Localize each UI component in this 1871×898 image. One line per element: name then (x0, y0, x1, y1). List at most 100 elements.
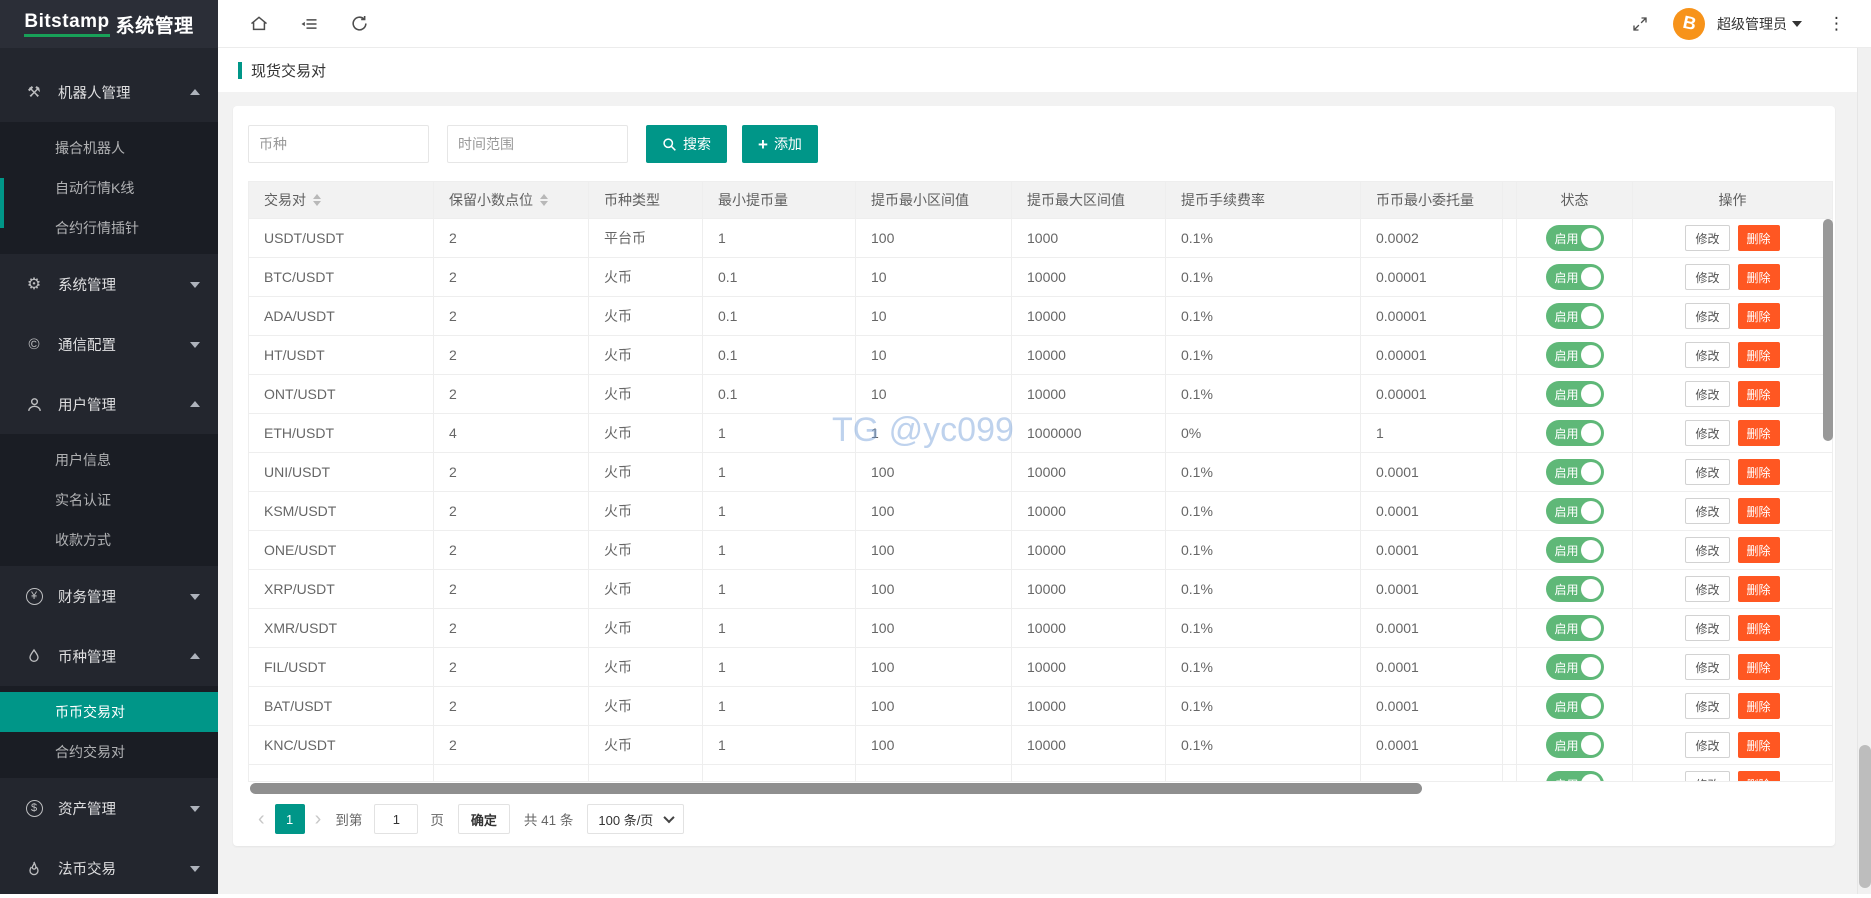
confirm-page-button[interactable]: 确定 (458, 804, 510, 834)
sidebar-subitem-5-0[interactable]: 币币交易对 (0, 692, 218, 732)
delete-button[interactable]: 删除 (1738, 615, 1780, 641)
edit-button[interactable]: 修改 (1685, 420, 1729, 446)
add-button[interactable]: + 添加 (742, 125, 818, 163)
sidebar-item-1[interactable]: ⚙系统管理 (0, 254, 218, 314)
page-size-select[interactable]: 100 条/页 (587, 804, 684, 834)
page-scrollbar[interactable] (1857, 48, 1871, 894)
sidebar-item-2[interactable]: ©通信配置 (0, 314, 218, 374)
column-header-0[interactable]: 交易对 (249, 182, 434, 218)
status-toggle[interactable]: 启用 (1546, 654, 1604, 680)
cell-decimals: 2 (434, 726, 589, 764)
chevron-down-icon (1792, 21, 1802, 32)
sidebar-scrollbar[interactable] (0, 178, 4, 228)
cell-spacer (1503, 414, 1517, 452)
page-scrollbar-thumb[interactable] (1859, 745, 1871, 888)
sidebar-subitem-5-1[interactable]: 合约交易对 (0, 732, 218, 772)
status-toggle[interactable]: 启用 (1546, 576, 1604, 602)
cell-fee: 0.1% (1166, 375, 1361, 413)
edit-button[interactable]: 修改 (1685, 693, 1729, 719)
table-horizontal-scrollbar[interactable] (250, 783, 1422, 794)
cell-max_range: 10000 (1012, 609, 1166, 647)
search-button[interactable]: 搜索 (646, 125, 727, 163)
cell-type: 火币 (589, 453, 703, 491)
status-toggle[interactable]: 启用 (1546, 693, 1604, 719)
delete-button[interactable]: 删除 (1738, 537, 1780, 563)
home-icon[interactable] (248, 13, 270, 35)
collapse-menu-icon[interactable] (298, 13, 320, 35)
edit-button[interactable]: 修改 (1685, 459, 1729, 485)
status-toggle[interactable]: 启用 (1546, 264, 1604, 290)
status-toggle[interactable]: 启用 (1546, 342, 1604, 368)
cell-min_order: 0.0001 (1361, 570, 1503, 608)
delete-button[interactable]: 删除 (1738, 771, 1780, 782)
status-toggle[interactable]: 启用 (1546, 303, 1604, 329)
delete-button[interactable]: 删除 (1738, 654, 1780, 680)
status-toggle[interactable]: 启用 (1546, 225, 1604, 251)
edit-button[interactable]: 修改 (1685, 654, 1729, 680)
delete-button[interactable]: 删除 (1738, 576, 1780, 602)
date-range-input[interactable] (447, 125, 628, 163)
fullscreen-icon[interactable] (1629, 13, 1651, 35)
sidebar-item-6[interactable]: $资产管理 (0, 778, 218, 838)
goto-page-input[interactable] (374, 804, 418, 834)
cell-min_order: 0.0001 (1361, 609, 1503, 647)
status-toggle[interactable]: 启用 (1546, 498, 1604, 524)
edit-button[interactable]: 修改 (1685, 771, 1729, 782)
sort-icon[interactable] (313, 190, 321, 210)
next-page-icon[interactable]: › (307, 808, 330, 831)
cell-min_range: 100 (856, 453, 1012, 491)
sidebar-subitem-0-2[interactable]: 合约行情插针 (0, 208, 218, 248)
top-bar-right: B 超级管理员 ⋮ (1629, 8, 1845, 40)
delete-button[interactable]: 删除 (1738, 693, 1780, 719)
sidebar-item-7[interactable]: 法币交易 (0, 838, 218, 898)
status-toggle[interactable]: 启用 (1546, 771, 1604, 782)
edit-button[interactable]: 修改 (1685, 498, 1729, 524)
delete-button[interactable]: 删除 (1738, 303, 1780, 329)
edit-button[interactable]: 修改 (1685, 303, 1729, 329)
column-header-4: 提币最小区间值 (856, 182, 1012, 218)
prev-page-icon[interactable]: ‹ (250, 808, 273, 831)
delete-button[interactable]: 删除 (1738, 420, 1780, 446)
edit-button[interactable]: 修改 (1685, 576, 1729, 602)
user-menu[interactable]: 超级管理员 (1717, 14, 1802, 34)
sidebar-subitem-3-0[interactable]: 用户信息 (0, 440, 218, 480)
sort-icon[interactable] (540, 190, 548, 210)
current-page-button[interactable]: 1 (275, 804, 305, 834)
delete-button[interactable]: 删除 (1738, 498, 1780, 524)
status-toggle[interactable]: 启用 (1546, 615, 1604, 641)
table-vertical-scrollbar[interactable] (1823, 219, 1833, 441)
coin-input[interactable] (248, 125, 429, 163)
delete-button[interactable]: 删除 (1738, 459, 1780, 485)
status-toggle[interactable]: 启用 (1546, 459, 1604, 485)
sidebar-item-0[interactable]: ⚒机器人管理 (0, 62, 218, 122)
status-toggle[interactable]: 启用 (1546, 732, 1604, 758)
sidebar-subitem-0-0[interactable]: 撮合机器人 (0, 128, 218, 168)
sidebar-item-5[interactable]: 币种管理 (0, 626, 218, 686)
delete-button[interactable]: 删除 (1738, 264, 1780, 290)
edit-button[interactable]: 修改 (1685, 225, 1729, 251)
avatar[interactable]: B (1673, 8, 1705, 40)
delete-button[interactable]: 删除 (1738, 381, 1780, 407)
delete-button[interactable]: 删除 (1738, 732, 1780, 758)
edit-button[interactable]: 修改 (1685, 732, 1729, 758)
status-toggle[interactable]: 启用 (1546, 537, 1604, 563)
delete-button[interactable]: 删除 (1738, 342, 1780, 368)
column-header-1[interactable]: 保留小数点位 (434, 182, 589, 218)
sidebar-item-3[interactable]: 用户管理 (0, 374, 218, 434)
edit-button[interactable]: 修改 (1685, 615, 1729, 641)
edit-button[interactable]: 修改 (1685, 537, 1729, 563)
sidebar-item-label: 资产管理 (58, 798, 116, 819)
sidebar-subitem-0-1[interactable]: 自动行情K线 (0, 168, 218, 208)
status-toggle[interactable]: 启用 (1546, 381, 1604, 407)
sidebar-item-4[interactable]: ¥财务管理 (0, 566, 218, 626)
sidebar-subitem-3-1[interactable]: 实名认证 (0, 480, 218, 520)
more-menu-icon[interactable]: ⋮ (1828, 14, 1845, 34)
edit-button[interactable]: 修改 (1685, 381, 1729, 407)
sidebar-subitem-3-2[interactable]: 收款方式 (0, 520, 218, 560)
refresh-icon[interactable] (348, 13, 370, 35)
edit-button[interactable]: 修改 (1685, 264, 1729, 290)
column-header-5: 提币最大区间值 (1012, 182, 1166, 218)
delete-button[interactable]: 删除 (1738, 225, 1780, 251)
edit-button[interactable]: 修改 (1685, 342, 1729, 368)
status-toggle[interactable]: 启用 (1546, 420, 1604, 446)
